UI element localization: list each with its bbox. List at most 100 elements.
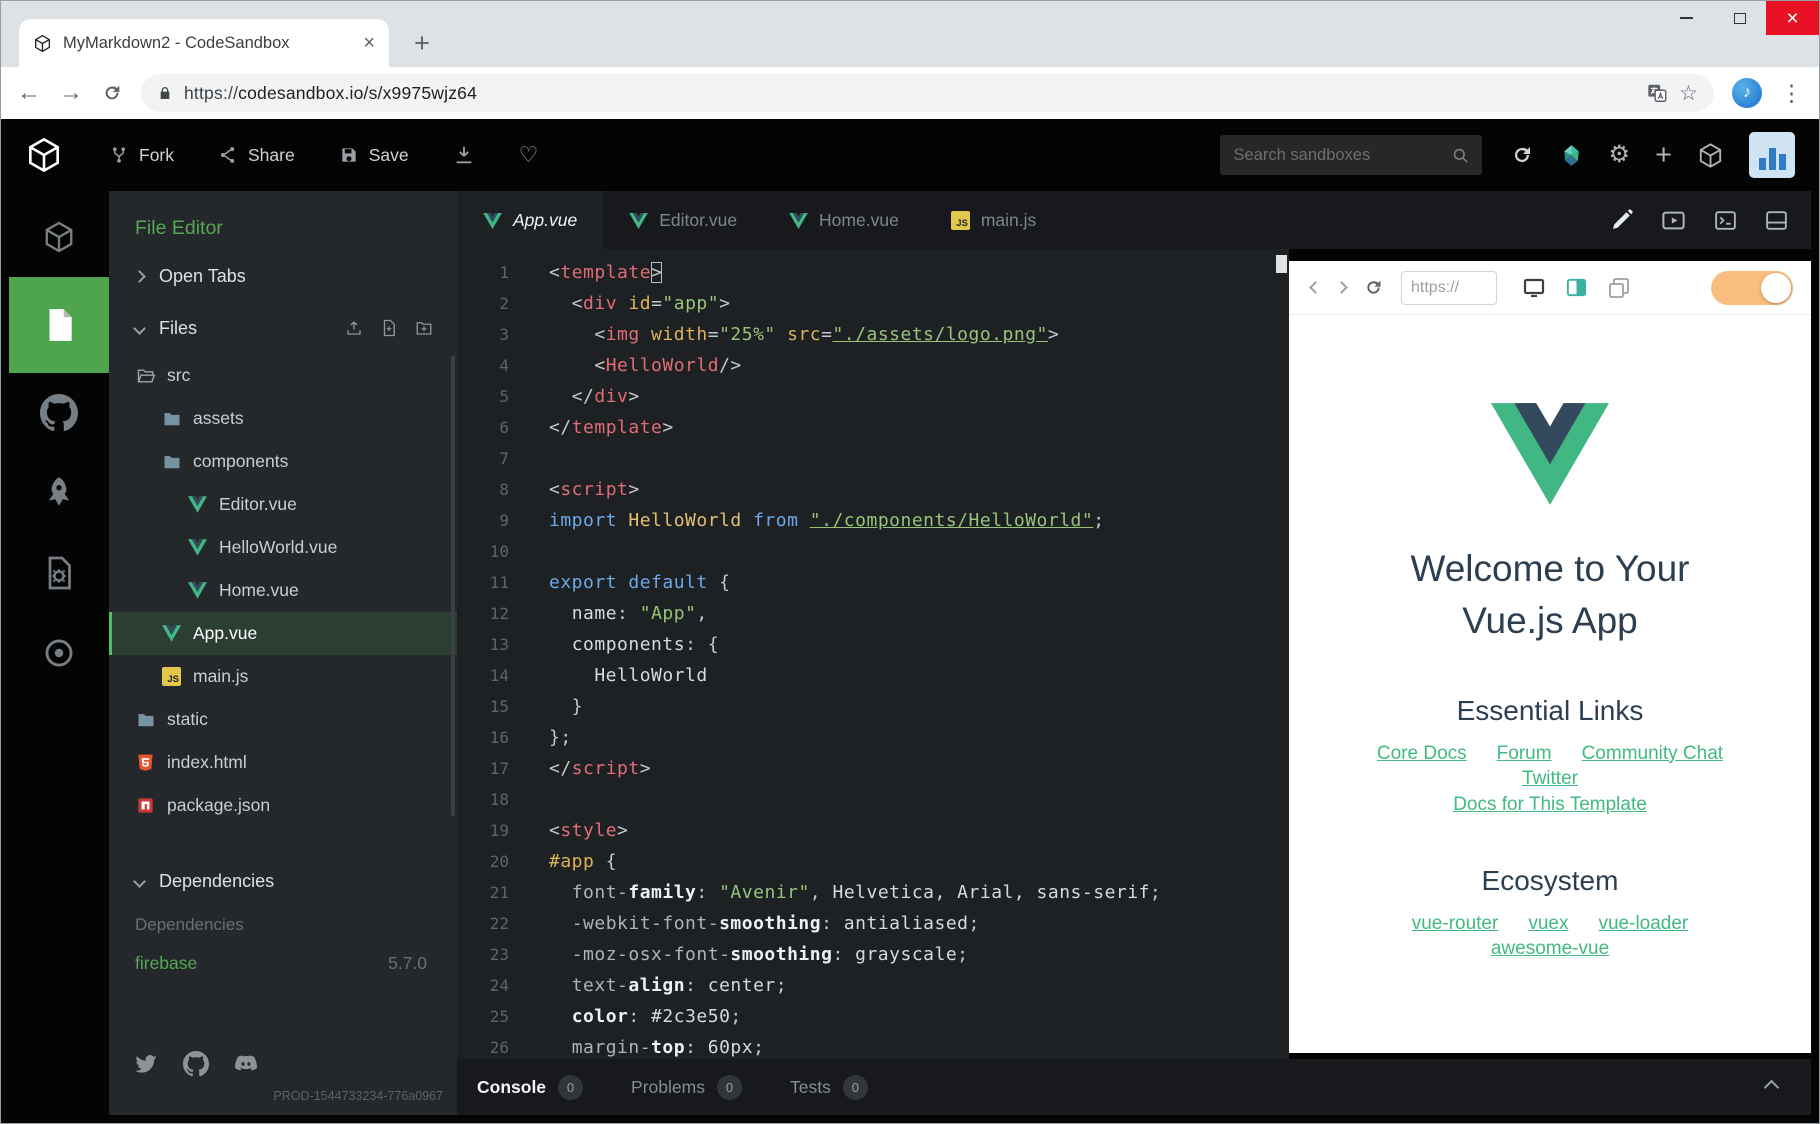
fork-button[interactable]: Fork [109, 145, 174, 166]
prettify-pencil-icon[interactable] [1610, 208, 1634, 232]
new-tab-button[interactable]: + [405, 26, 439, 60]
editor-tab-main.js[interactable]: JSmain.js [925, 191, 1062, 249]
link-docs-for-this-template[interactable]: Docs for This Template [1453, 792, 1647, 817]
file-tree-item-main.js[interactable]: JSmain.js [109, 655, 457, 698]
dependencies-section[interactable]: Dependencies [109, 855, 457, 907]
code-line[interactable]: <script> [549, 474, 1289, 505]
code-editor[interactable]: 1234567891011121314151617181920212223242… [457, 249, 1289, 1059]
rail-rocket-icon[interactable] [9, 453, 109, 533]
refresh-icon[interactable] [1510, 143, 1534, 167]
file-tree-item-App.vue[interactable]: App.vue [109, 612, 457, 655]
code-line[interactable]: components: { [549, 629, 1289, 660]
code-line[interactable]: name: "App", [549, 598, 1289, 629]
rail-file-editor-icon[interactable] [9, 277, 109, 373]
preview-address-bar[interactable]: https:// [1401, 271, 1497, 305]
code-line[interactable]: }; [549, 722, 1289, 753]
close-button[interactable]: × [1766, 1, 1819, 35]
search-input[interactable] [1232, 145, 1451, 166]
link-vue-router[interactable]: vue-router [1412, 911, 1499, 936]
editor-tab-Editor.vue[interactable]: Editor.vue [603, 191, 763, 249]
link-awesome-vue[interactable]: awesome-vue [1491, 936, 1609, 961]
twitter-icon[interactable] [133, 1051, 159, 1077]
open-tabs-section[interactable]: Open Tabs [109, 250, 457, 302]
share-button[interactable]: Share [218, 145, 295, 166]
code-line[interactable]: </template> [549, 412, 1289, 443]
statusbar-problems[interactable]: Problems0 [631, 1075, 742, 1100]
file-tree-item-Editor.vue[interactable]: Editor.vue [109, 483, 457, 526]
back-icon[interactable]: ← [17, 81, 41, 105]
new-folder-icon[interactable] [415, 319, 433, 337]
code-line[interactable] [549, 784, 1289, 815]
extension-music-icon[interactable]: ♪ [1732, 78, 1762, 108]
console-panel-icon[interactable] [1764, 208, 1789, 233]
file-tree-item-components[interactable]: components [109, 440, 457, 483]
translate-icon[interactable] [1646, 82, 1668, 104]
dependency-row[interactable]: firebase5.7.0 [109, 935, 457, 974]
link-community-chat[interactable]: Community Chat [1582, 741, 1724, 766]
editor-tab-App.vue[interactable]: App.vue [457, 191, 603, 249]
preview-back-icon[interactable] [1309, 281, 1322, 294]
live-reload-toggle[interactable] [1711, 271, 1793, 305]
code-line[interactable]: HelloWorld [549, 660, 1289, 691]
rail-github-icon[interactable] [9, 373, 109, 453]
preview-video-icon[interactable] [1660, 207, 1687, 234]
new-sandbox-plus-icon[interactable]: + [1655, 141, 1672, 170]
upload-icon[interactable] [345, 319, 363, 337]
link-twitter[interactable]: Twitter [1522, 766, 1578, 791]
file-tree-item-src[interactable]: src [109, 354, 457, 397]
editor-scrollbar[interactable] [1276, 255, 1287, 273]
code-line[interactable]: -moz-osx-font-smoothing: grayscale; [549, 939, 1289, 970]
code-line[interactable]: font-family: "Avenir", Helvetica, Arial,… [549, 877, 1289, 908]
code-line[interactable]: </div> [549, 381, 1289, 412]
code-line[interactable]: <img width="25%" src="./assets/logo.png"… [549, 319, 1289, 350]
statusbar-tests[interactable]: Tests0 [790, 1075, 868, 1100]
code-line[interactable]: #app { [549, 846, 1289, 877]
code-line[interactable] [549, 536, 1289, 567]
forward-icon[interactable]: → [59, 81, 83, 105]
browser-tab[interactable]: MyMarkdown2 - CodeSandbox × [19, 19, 389, 67]
link-forum[interactable]: Forum [1497, 741, 1552, 766]
gem-icon[interactable] [1559, 143, 1584, 168]
code-line[interactable]: margin-top: 60px; [549, 1032, 1289, 1059]
reload-icon[interactable] [101, 82, 123, 104]
files-section[interactable]: Files [109, 302, 457, 354]
settings-gear-icon[interactable]: ⚙ [1609, 143, 1631, 167]
preview-view-icon[interactable] [1607, 276, 1631, 300]
explorer-scrollbar[interactable] [451, 356, 455, 816]
like-heart-icon[interactable]: ♡ [519, 144, 539, 166]
file-tree-item-HelloWorld.vue[interactable]: HelloWorld.vue [109, 526, 457, 569]
file-tree-item-package.json[interactable]: package.json [109, 784, 457, 827]
link-vue-loader[interactable]: vue-loader [1598, 911, 1688, 936]
code-line[interactable] [549, 443, 1289, 474]
address-bar[interactable]: https://codesandbox.io/s/x9975wjz64 ☆ [141, 74, 1714, 112]
code-line[interactable]: text-align: center; [549, 970, 1289, 1001]
github-icon[interactable] [183, 1051, 209, 1077]
editor-code[interactable]: <template> <div id="app"> <img width="25… [521, 257, 1289, 1059]
code-line[interactable]: export default { [549, 567, 1289, 598]
chevron-up-icon[interactable] [1764, 1079, 1780, 1095]
code-line[interactable]: import HelloWorld from "./components/Hel… [549, 505, 1289, 536]
statusbar-console[interactable]: Console0 [477, 1075, 583, 1100]
preview-reload-icon[interactable] [1363, 277, 1384, 298]
new-file-icon[interactable] [380, 319, 398, 337]
link-vuex[interactable]: vuex [1528, 911, 1568, 936]
download-icon[interactable] [453, 144, 475, 166]
code-line[interactable]: color: #2c3e50; [549, 1001, 1289, 1032]
file-tree-item-assets[interactable]: assets [109, 397, 457, 440]
bookmark-star-icon[interactable]: ☆ [1679, 83, 1698, 104]
file-tree-item-index.html[interactable]: index.html [109, 741, 457, 784]
code-line[interactable]: -webkit-font-smoothing: antialiased; [549, 908, 1289, 939]
terminal-icon[interactable] [1713, 208, 1738, 233]
save-button[interactable]: Save [339, 145, 409, 166]
code-line[interactable]: <style> [549, 815, 1289, 846]
code-line[interactable]: } [549, 691, 1289, 722]
sandbox-search[interactable] [1220, 135, 1482, 175]
minimize-button[interactable] [1660, 1, 1713, 35]
discord-icon[interactable] [233, 1051, 259, 1077]
code-line[interactable]: <div id="app"> [549, 288, 1289, 319]
preview-forward-icon[interactable] [1335, 281, 1348, 294]
tab-close-icon[interactable]: × [363, 33, 375, 53]
editor-view-icon[interactable] [1522, 276, 1546, 300]
rail-deployment-icon[interactable] [9, 533, 109, 613]
code-line[interactable]: </script> [549, 753, 1289, 784]
